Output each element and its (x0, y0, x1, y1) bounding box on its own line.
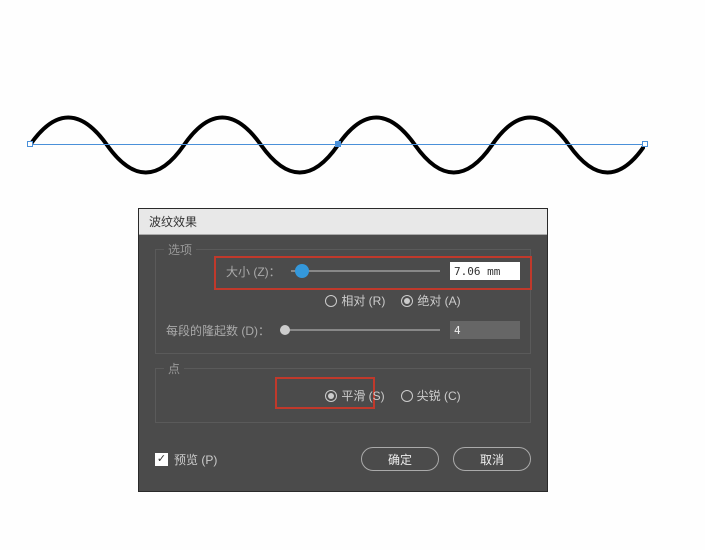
size-input[interactable] (450, 262, 520, 280)
relative-radio[interactable]: 相对 (R) (325, 292, 385, 309)
zigzag-dialog: 波纹效果 选项 大小 (Z)： 相对 (R) 绝对 (A) (138, 208, 548, 492)
ridges-slider-thumb[interactable] (280, 325, 290, 335)
point-group: 点 平滑 (S) 尖锐 (C) (155, 368, 531, 423)
radio-icon (401, 390, 413, 402)
cancel-button[interactable]: 取消 (453, 447, 531, 471)
relative-label: 相对 (R) (341, 292, 385, 309)
ridges-row: 每段的隆起数 (D)： (166, 321, 520, 339)
radio-icon (325, 390, 337, 402)
ok-button[interactable]: 确定 (361, 447, 439, 471)
absolute-label: 绝对 (A) (417, 292, 460, 309)
absolute-radio[interactable]: 绝对 (A) (401, 292, 460, 309)
ridges-input[interactable] (450, 321, 520, 339)
corner-label: 尖锐 (C) (417, 387, 461, 404)
selection-handle-center[interactable] (335, 141, 341, 147)
preview-checkbox[interactable]: ✓ 预览 (P) (155, 451, 217, 468)
size-row: 大小 (Z)： (166, 262, 520, 280)
selection-handle-right[interactable] (642, 141, 648, 147)
point-mode-row: 平滑 (S) 尖锐 (C) (166, 387, 520, 404)
checkbox-icon: ✓ (155, 453, 168, 466)
dialog-title: 波纹效果 (139, 209, 547, 235)
corner-radio[interactable]: 尖锐 (C) (401, 387, 461, 404)
preview-label: 预览 (P) (174, 451, 217, 468)
point-group-label: 点 (164, 360, 184, 377)
smooth-label: 平滑 (S) (341, 387, 384, 404)
size-slider[interactable] (291, 270, 440, 272)
size-slider-thumb[interactable] (295, 264, 309, 278)
size-label: 大小 (Z)： (226, 263, 281, 280)
radio-icon (401, 295, 413, 307)
dialog-footer: ✓ 预览 (P) 确定 取消 (155, 437, 531, 477)
options-group-label: 选项 (164, 241, 196, 258)
smooth-radio[interactable]: 平滑 (S) (325, 387, 384, 404)
size-mode-row: 相对 (R) 绝对 (A) (166, 292, 520, 309)
options-group: 选项 大小 (Z)： 相对 (R) 绝对 (A) 每段的隆起 (155, 249, 531, 354)
selection-handle-left[interactable] (27, 141, 33, 147)
ridges-slider[interactable] (280, 329, 440, 331)
radio-icon (325, 295, 337, 307)
canvas-preview (30, 100, 645, 200)
ridges-label: 每段的隆起数 (D)： (166, 322, 270, 339)
